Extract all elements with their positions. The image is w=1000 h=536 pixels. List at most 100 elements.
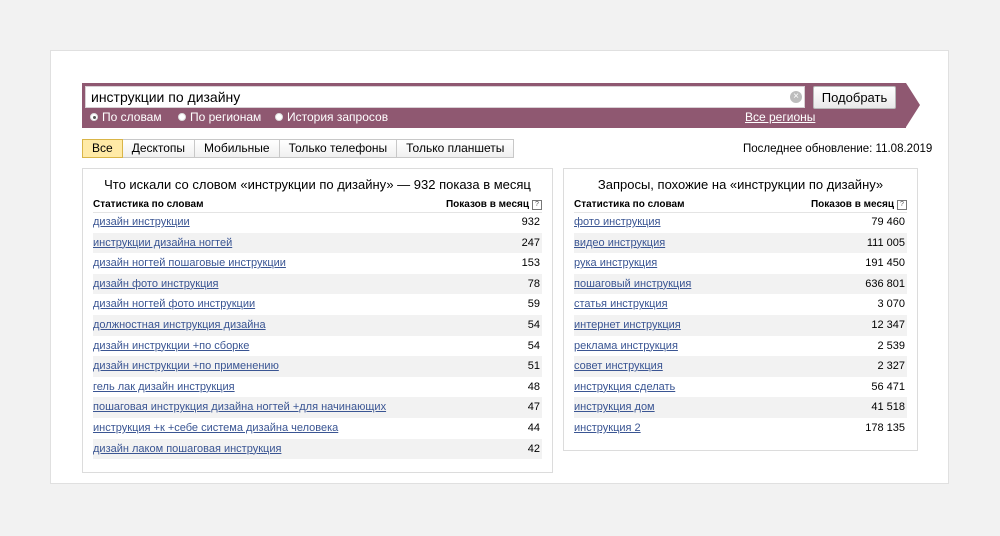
phrase-link[interactable]: пошаговый инструкция [574, 274, 691, 295]
mode-by-words[interactable]: По словам [90, 110, 162, 124]
table-row: должностная инструкция дизайна 54 [93, 314, 542, 336]
phrase-link[interactable]: интернет инструкция [574, 315, 681, 336]
tab-mobile[interactable]: Мобильные [195, 139, 280, 158]
device-tabs: Все Десктопы Мобильные Только телефоны Т… [82, 139, 515, 158]
shows-count: 247 [521, 236, 540, 249]
phrase-link[interactable]: гель лак дизайн инструкция [93, 377, 235, 398]
radio-icon [275, 113, 283, 121]
table-row: совет инструкция 2 327 [574, 356, 907, 377]
table-row: дизайн инструкции 932 [93, 212, 542, 233]
table-row: инструкция дом 41 518 [574, 397, 907, 418]
words-table: дизайн инструкции 932 инструкции дизайна н… [93, 212, 542, 460]
search-input[interactable]: инструкции по дизайну [85, 86, 805, 108]
shows-count: 153 [521, 257, 540, 270]
panel-title: Запросы, похожие на «инструкции по дизай… [597, 177, 884, 192]
table-row: дизайн инструкции +по применению 51 [93, 356, 542, 377]
table-row: пошаговый инструкция 636 801 [574, 273, 907, 295]
radio-icon-selected [90, 113, 98, 121]
table-row: инструкции дизайна ногтей 247 [93, 232, 542, 254]
column-header-shows: Показов в месяц [810, 199, 894, 210]
table-row: фото инструкция 79 460 [574, 212, 907, 233]
last-update-text: Последнее обновление: 11.08.2019 [743, 143, 933, 155]
tab-all[interactable]: Все [82, 139, 123, 158]
shows-count: 41 518 [871, 401, 905, 414]
shows-count: 78 [527, 277, 540, 290]
phrase-link[interactable]: инструкции дизайна ногтей [93, 233, 232, 254]
shows-count: 59 [527, 298, 540, 311]
table-row: дизайн лаком пошаговая инструкция 42 [93, 438, 542, 460]
tab-desktops[interactable]: Десктопы [122, 139, 196, 158]
phrase-link[interactable]: инструкция +к +себе система дизайна чело… [93, 418, 338, 439]
phrase-link[interactable]: дизайн фото инструкция [93, 274, 218, 295]
column-header-shows-wrap: Показов в месяц ? [811, 198, 907, 211]
phrase-link[interactable]: дизайн ногтей пошаговые инструкции [93, 253, 286, 274]
table-row: инструкция 2 178 135 [574, 418, 907, 439]
phrase-link[interactable]: фото инструкция [574, 212, 660, 233]
table-row: статья инструкция 3 070 [574, 294, 907, 315]
mode-label: По словам [102, 110, 162, 124]
shows-count: 12 347 [871, 318, 905, 331]
shows-count: 2 539 [877, 339, 905, 352]
table-row: рука инструкция 191 450 [574, 253, 907, 274]
table-row: видео инструкция 111 005 [574, 232, 907, 254]
shows-count: 191 450 [865, 257, 905, 270]
shows-count: 47 [527, 401, 540, 414]
phrase-link[interactable]: видео инструкция [574, 233, 665, 254]
column-header-words: Статистика по словам [574, 199, 685, 210]
table-header: Статистика по словам Показов в месяц ? [574, 198, 907, 213]
table-row: дизайн ногтей фото инструкции 59 [93, 294, 542, 315]
clear-icon[interactable]: × [790, 91, 802, 103]
similar-panel: Запросы, похожие на «инструкции по дизай… [563, 168, 918, 451]
phrase-link[interactable]: пошаговая инструкция дизайна ногтей +для… [93, 397, 386, 418]
table-header: Статистика по словам Показов в месяц ? [93, 198, 542, 213]
shows-count: 42 [527, 442, 540, 455]
phrase-link[interactable]: должностная инструкция дизайна [93, 315, 266, 336]
table-row: дизайн фото инструкция 78 [93, 273, 542, 295]
mode-label: История запросов [287, 110, 389, 124]
phrase-link[interactable]: совет инструкция [574, 356, 663, 377]
table-row: дизайн ногтей пошаговые инструкции 153 [93, 253, 542, 274]
shows-count: 3 070 [877, 298, 905, 311]
similar-table: фото инструкция 79 460 видео инструкция 111… [574, 212, 907, 439]
help-icon[interactable]: ? [897, 199, 907, 210]
panel-title: Что искали со словом «инструкции по диза… [104, 177, 531, 192]
words-panel: Что искали со словом «инструкции по диза… [82, 168, 553, 473]
table-row: дизайн инструкции +по сборке 54 [93, 336, 542, 357]
mode-history[interactable]: История запросов [275, 110, 388, 124]
phrase-link[interactable]: инструкция сделать [574, 377, 675, 398]
help-icon[interactable]: ? [532, 199, 542, 210]
mode-label: По регионам [190, 110, 262, 124]
phrase-link[interactable]: дизайн инструкции [93, 212, 190, 233]
shows-count: 932 [521, 216, 540, 228]
column-header-shows-wrap: Показов в месяц ? [446, 198, 542, 211]
table-row: пошаговая инструкция дизайна ногтей +для… [93, 397, 542, 418]
phrase-link[interactable]: инструкция дом [574, 397, 655, 418]
all-regions-link[interactable]: Все регионы [745, 110, 815, 124]
column-header-shows: Показов в месяц [445, 199, 529, 210]
column-header-words: Статистика по словам [93, 199, 204, 210]
shows-count: 79 460 [871, 216, 905, 228]
shows-count: 51 [527, 360, 540, 373]
shows-count: 636 801 [865, 277, 905, 290]
submit-button[interactable]: Подобрать [813, 86, 896, 109]
search-bar-arrow [906, 83, 920, 127]
table-row: реклама инструкция 2 539 [574, 336, 907, 357]
phrase-link[interactable]: реклама инструкция [574, 336, 678, 357]
tab-phones-only[interactable]: Только телефоны [279, 139, 398, 158]
table-row: гель лак дизайн инструкция 48 [93, 377, 542, 398]
mode-by-regions[interactable]: По регионам [178, 110, 261, 124]
phrase-link[interactable]: дизайн ногтей фото инструкции [93, 294, 255, 315]
table-row: инструкция +к +себе система дизайна чело… [93, 418, 542, 439]
shows-count: 54 [527, 339, 540, 352]
phrase-link[interactable]: дизайн инструкции +по применению [93, 356, 279, 377]
table-row: инструкция сделать 56 471 [574, 377, 907, 398]
tab-tablets-only[interactable]: Только планшеты [397, 139, 515, 158]
shows-count: 44 [527, 421, 540, 434]
shows-count: 54 [527, 318, 540, 331]
phrase-link[interactable]: дизайн лаком пошаговая инструкция [93, 439, 281, 460]
phrase-link[interactable]: дизайн инструкции +по сборке [93, 336, 249, 357]
phrase-link[interactable]: рука инструкция [574, 253, 657, 274]
phrase-link[interactable]: инструкция 2 [574, 418, 641, 439]
phrase-link[interactable]: статья инструкция [574, 294, 668, 315]
shows-count: 56 471 [871, 380, 905, 393]
